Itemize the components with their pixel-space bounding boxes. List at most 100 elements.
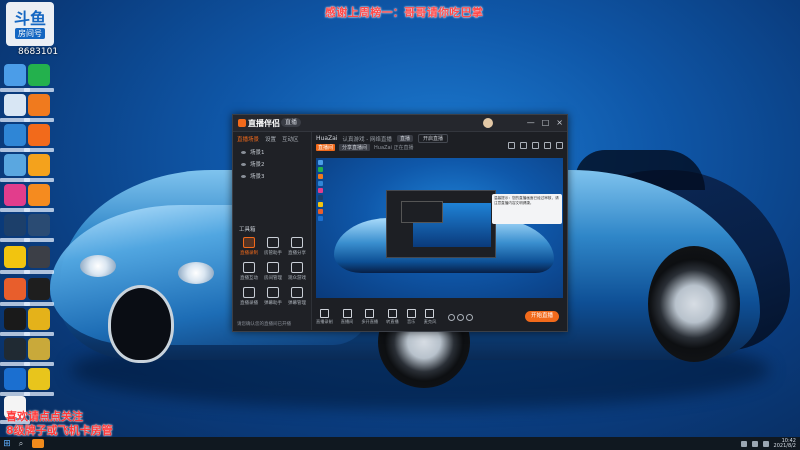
tool-item[interactable]: 观众游戏 — [285, 262, 309, 281]
stream-subheader: 直播间 分享直播间 HuaZai 正在直播 — [316, 144, 414, 151]
taskbar-app-streaming[interactable] — [32, 439, 44, 448]
scene-item[interactable]: 场景3 — [233, 170, 311, 182]
volume-controls — [448, 313, 474, 321]
tool-label: 直播录制 — [240, 251, 258, 256]
windows-start-icon[interactable]: ⊞ — [0, 437, 14, 450]
wallpaper-headlight-left — [80, 255, 116, 277]
tool-item[interactable]: 弹幕助手 — [261, 287, 285, 306]
preview-icon — [318, 167, 323, 172]
desktop-icon-app-5[interactable] — [24, 94, 54, 122]
mic-level-icon[interactable] — [457, 313, 465, 321]
control-item[interactable]: 麦克风 — [424, 309, 436, 325]
layout-icon[interactable] — [508, 142, 515, 149]
close-button[interactable]: × — [556, 118, 563, 128]
speaker-icon[interactable] — [448, 313, 456, 321]
forward-icon — [387, 309, 397, 318]
tool-item[interactable]: 直播录播 — [237, 287, 261, 306]
tab-scenes[interactable]: 直播场景 — [237, 135, 259, 143]
desktop-icon-chrome[interactable] — [0, 184, 30, 212]
desktop-icon-recycle-bin[interactable] — [0, 94, 30, 122]
microphone-icon — [425, 309, 435, 318]
window-controls: — □ × — [527, 118, 563, 128]
wallpaper-headlight-right — [178, 262, 214, 284]
settings-icon[interactable] — [466, 313, 474, 321]
desktop-icon-browser[interactable] — [0, 124, 30, 152]
tool-label: 弹幕助手 — [264, 301, 282, 306]
camera-icon[interactable] — [544, 142, 551, 149]
wallpaper-car-grille — [108, 285, 174, 363]
network-icon[interactable] — [740, 440, 747, 447]
tool-item[interactable]: 直播录制 — [237, 237, 261, 256]
tool-item[interactable]: 房间管理 — [261, 262, 285, 281]
preview-icon — [318, 188, 323, 193]
top-banner-text: 感谢上周榜一：哥哥请你吃巴掌 — [325, 6, 484, 19]
desktop-icon-app-13[interactable] — [24, 338, 54, 366]
app-logo: 直播伴侣 — [238, 118, 280, 129]
desktop-icon-app-1[interactable] — [0, 246, 30, 274]
desktop-icon-app-4[interactable] — [0, 338, 30, 366]
volume-icon[interactable] — [751, 440, 758, 447]
input-method-icon[interactable] — [762, 440, 769, 447]
app-pill[interactable]: 直播 — [281, 118, 302, 127]
more-icon[interactable] — [556, 142, 563, 149]
control-item[interactable]: 转直播 — [386, 309, 399, 325]
stream-chip[interactable]: 直播 — [396, 135, 413, 142]
screen-icon[interactable] — [520, 142, 527, 149]
maximize-button[interactable]: □ — [542, 118, 550, 128]
header-icons — [508, 142, 563, 149]
desktop-icon-control-panel[interactable] — [0, 154, 30, 182]
desktop-icon-app-8[interactable] — [24, 184, 54, 212]
start-live-button[interactable]: 开始直播 — [524, 311, 559, 322]
system-tray: 10:42 2021/8/2 — [740, 437, 796, 450]
preview-nested-window-2 — [401, 201, 443, 223]
tool-item[interactable]: 房管助手 — [261, 237, 285, 256]
tool-item[interactable]: 直播互动 — [237, 262, 261, 281]
scene-item[interactable]: 场景1 — [233, 146, 311, 158]
control-item[interactable]: 音乐 — [406, 309, 416, 325]
scene-label: 场景1 — [250, 150, 265, 156]
control-item[interactable]: 直播录制 — [316, 309, 333, 325]
sidebar-footer: 请您确认您的直播间已开播 — [237, 322, 291, 327]
control-item[interactable]: 多开直播 — [361, 309, 378, 325]
eye-icon[interactable] — [241, 174, 246, 178]
desktop-icon-app-9[interactable] — [24, 214, 54, 242]
record-icon — [319, 309, 329, 318]
app-logo-icon — [238, 119, 246, 127]
tool-label: 直播录播 — [240, 301, 258, 306]
tool-label: 房管助手 — [264, 251, 282, 256]
stream-logo: 斗鱼 房间号 — [6, 2, 54, 46]
desktop-icon-app-7[interactable] — [24, 154, 54, 182]
desktop-icon-steam[interactable] — [0, 214, 30, 242]
tab-settings[interactable]: 设置 — [265, 135, 276, 143]
avatar[interactable] — [483, 118, 493, 128]
desktop-icon-app-12[interactable] — [24, 308, 54, 336]
room-badge[interactable]: 直播间 — [316, 144, 336, 151]
eye-icon[interactable] — [241, 150, 246, 154]
desktop-icon-app-11[interactable] — [24, 278, 54, 306]
desktop-icon-app-3[interactable] — [0, 308, 30, 336]
desktop-icon-iqiyi[interactable] — [24, 64, 54, 92]
desktop-icon-app-6[interactable] — [24, 124, 54, 152]
scene-item[interactable]: 场景2 — [233, 158, 311, 170]
desktop-icon-app-14[interactable] — [24, 368, 54, 396]
desktop-icon-app-10[interactable] — [24, 246, 54, 274]
minimize-button[interactable]: — — [527, 118, 535, 128]
stream-preview[interactable]: 温馨提示：您的直播画面已经过审核，请注意直播内容文明健康。 — [316, 158, 563, 298]
tab-interaction[interactable]: 互动区 — [282, 135, 299, 143]
settings-icon[interactable] — [532, 142, 539, 149]
tool-grid: 直播录制 房管助手 直播分享 直播互动 房间管理 观众游戏 直播录播 弹幕助手 … — [237, 237, 309, 306]
preview-icon — [318, 174, 323, 179]
control-item[interactable]: 直播间 — [340, 309, 354, 325]
desktop-icon-computer[interactable] — [0, 64, 30, 92]
desktop-icon-qq[interactable] — [0, 368, 30, 396]
search-icon[interactable]: ⌕ — [14, 437, 28, 450]
tool-item[interactable]: 直播分享 — [285, 237, 309, 256]
tool-item[interactable]: 弹幕管理 — [285, 287, 309, 306]
stream-link[interactable]: 开启直播 — [417, 134, 448, 143]
eye-icon[interactable] — [241, 162, 246, 166]
desktop-icon-app-2[interactable] — [0, 278, 30, 306]
share-icon — [291, 237, 303, 248]
control-label: 直播间 — [340, 319, 354, 324]
share-tab[interactable]: 分享直播间 — [339, 144, 371, 151]
taskbar-clock[interactable]: 10:42 2021/8/2 — [774, 438, 796, 449]
